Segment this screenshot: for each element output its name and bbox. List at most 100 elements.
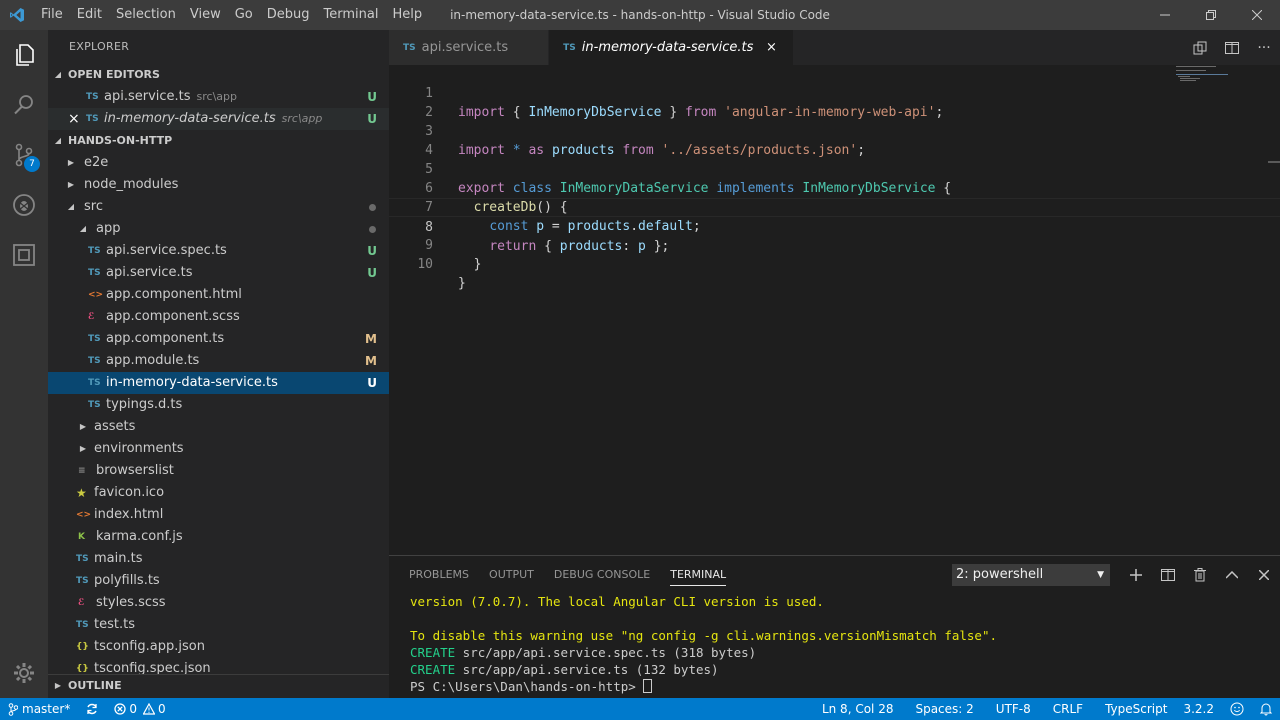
- folder-item[interactable]: ▶ node_modules: [48, 174, 389, 196]
- maximize-panel-button[interactable]: [1216, 560, 1248, 590]
- open-editor-path: src\app: [281, 112, 323, 125]
- tab-output[interactable]: OUTPUT: [479, 556, 544, 594]
- file-item[interactable]: ★ favicon.ico: [48, 482, 389, 504]
- tab-in-memory-data-service[interactable]: TS in-memory-data-service.ts ×: [549, 30, 795, 65]
- file-item[interactable]: <> index.html: [48, 504, 389, 526]
- terminal-select[interactable]: 2: powershell ▼: [952, 564, 1110, 586]
- chevron-right-icon: ▶: [67, 158, 75, 167]
- file-item[interactable]: TS polyfills.ts: [48, 570, 389, 592]
- split-editor-button[interactable]: [1216, 30, 1248, 65]
- explorer-activity[interactable]: [0, 30, 48, 80]
- file-item[interactable]: TS test.ts: [48, 614, 389, 636]
- branch-status[interactable]: master*: [0, 698, 78, 720]
- menu-file[interactable]: File: [34, 0, 70, 30]
- extensions-activity[interactable]: [0, 230, 48, 280]
- menu-debug[interactable]: Debug: [260, 0, 317, 30]
- star-file-icon: ★: [76, 486, 87, 500]
- file-item[interactable]: TS typings.d.ts: [48, 394, 389, 416]
- minimize-button[interactable]: [1142, 0, 1188, 30]
- kill-terminal-button[interactable]: [1184, 560, 1216, 590]
- more-actions-button[interactable]: ···: [1248, 30, 1280, 65]
- open-changes-button[interactable]: [1184, 30, 1216, 65]
- menu-edit[interactable]: Edit: [70, 0, 109, 30]
- code-line: 1 import { InMemoryDbService } from 'ang…: [389, 65, 1280, 120]
- line-ending[interactable]: CRLF: [1039, 698, 1091, 720]
- close-panel-button[interactable]: [1248, 560, 1280, 590]
- open-changes-icon: [1193, 41, 1207, 54]
- folder-item[interactable]: ▶ e2e: [48, 152, 389, 174]
- minimap[interactable]: [1176, 65, 1236, 85]
- chevron-right-icon: ▶: [79, 444, 87, 453]
- typescript-file-icon: TS: [88, 378, 101, 388]
- debug-activity[interactable]: [0, 180, 48, 230]
- menu-help[interactable]: Help: [385, 0, 429, 30]
- file-item[interactable]: K karma.conf.js: [48, 526, 389, 548]
- file-item[interactable]: {} tsconfig.app.json: [48, 636, 389, 658]
- file-item[interactable]: TS app.module.ts M: [48, 350, 389, 372]
- smiley-feedback-button[interactable]: [1222, 698, 1252, 720]
- project-header[interactable]: ◢ HANDS-ON-HTTP: [48, 130, 389, 152]
- new-terminal-button[interactable]: [1120, 560, 1152, 590]
- scss-file-icon: ℰ: [88, 312, 95, 322]
- files-icon: [16, 44, 34, 66]
- folder-item[interactable]: ▶ assets: [48, 416, 389, 438]
- file-name: app.module.ts: [106, 353, 200, 368]
- folder-item[interactable]: ◢ app: [48, 218, 389, 240]
- git-status-badge: M: [365, 354, 377, 368]
- source-control-activity[interactable]: 7: [0, 130, 48, 180]
- split-editor-icon: [1225, 41, 1239, 54]
- open-editors-header[interactable]: ◢ OPEN EDITORS: [48, 64, 389, 86]
- restore-button[interactable]: [1188, 0, 1234, 30]
- open-editor-item[interactable]: TS api.service.ts src\app U: [48, 86, 389, 108]
- close-tab-icon[interactable]: ×: [763, 40, 779, 55]
- encoding[interactable]: UTF-8: [982, 698, 1039, 720]
- tab-debug-console[interactable]: DEBUG CONSOLE: [544, 556, 660, 594]
- file-item[interactable]: TS api.service.ts U: [48, 262, 389, 284]
- tab-api-service[interactable]: TS api.service.ts: [389, 30, 550, 65]
- file-item[interactable]: <> app.component.html: [48, 284, 389, 306]
- code-editor[interactable]: 1 import { InMemoryDbService } from 'ang…: [389, 65, 1280, 555]
- typescript-version[interactable]: 3.2.2: [1175, 698, 1222, 720]
- close-icon: [1259, 570, 1269, 580]
- outline-section[interactable]: ▶ OUTLINE: [48, 674, 389, 698]
- file-item-selected[interactable]: TS in-memory-data-service.ts U: [48, 372, 389, 394]
- git-status-badge: U: [367, 376, 377, 390]
- search-activity[interactable]: [0, 80, 48, 130]
- close-window-button[interactable]: [1234, 0, 1280, 30]
- file-item[interactable]: TS api.service.spec.ts U: [48, 240, 389, 262]
- open-editor-item[interactable]: × TS in-memory-data-service.ts src\app U: [48, 108, 389, 130]
- menu-selection[interactable]: Selection: [109, 0, 183, 30]
- folder-item[interactable]: ◢ src: [48, 196, 389, 218]
- notifications-button[interactable]: [1252, 698, 1280, 720]
- code-line: 7 const p = products.default;: [389, 179, 1280, 234]
- file-item[interactable]: ℰ app.component.scss: [48, 306, 389, 328]
- split-terminal-button[interactable]: [1152, 560, 1184, 590]
- typescript-file-icon: TS: [86, 92, 99, 102]
- editor-tabs: TS api.service.ts TS in-memory-data-serv…: [389, 30, 1280, 65]
- terminal-output[interactable]: version (7.0.7). The local Angular CLI v…: [410, 593, 997, 695]
- html-file-icon: <>: [88, 290, 104, 300]
- code-line: 10 }: [389, 236, 1280, 291]
- file-item[interactable]: ≡ browserslist: [48, 460, 389, 482]
- folder-item[interactable]: ▶ environments: [48, 438, 389, 460]
- menu-terminal[interactable]: Terminal: [317, 0, 386, 30]
- problems-status[interactable]: 0 0: [106, 698, 173, 720]
- typescript-file-icon: TS: [76, 576, 89, 586]
- tab-problems[interactable]: PROBLEMS: [399, 556, 479, 594]
- typescript-file-icon: TS: [563, 42, 576, 53]
- file-item[interactable]: TS app.component.ts M: [48, 328, 389, 350]
- manage-activity[interactable]: [0, 648, 48, 698]
- language-mode[interactable]: TypeScript: [1091, 698, 1175, 720]
- tab-terminal[interactable]: TERMINAL: [660, 556, 736, 594]
- close-editor-icon[interactable]: ×: [68, 108, 86, 130]
- sync-icon: [87, 703, 97, 715]
- file-name: favicon.ico: [94, 485, 165, 500]
- file-item[interactable]: ℰ styles.scss: [48, 592, 389, 614]
- sync-button[interactable]: [78, 703, 106, 715]
- warning-count: 0: [157, 702, 166, 716]
- cursor-position[interactable]: Ln 8, Col 28: [814, 698, 902, 720]
- menu-view[interactable]: View: [183, 0, 228, 30]
- indentation[interactable]: Spaces: 2: [901, 698, 981, 720]
- file-item[interactable]: TS main.ts: [48, 548, 389, 570]
- menu-go[interactable]: Go: [228, 0, 260, 30]
